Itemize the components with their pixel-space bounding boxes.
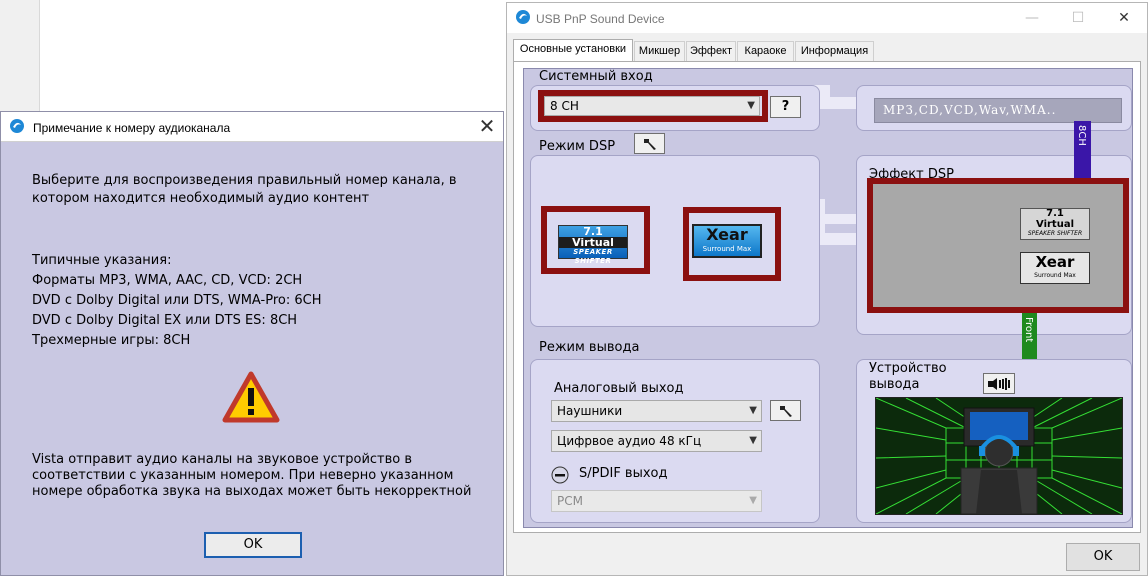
output-device-label-line2: вывода	[869, 377, 920, 392]
analog-settings-button[interactable]	[770, 400, 801, 421]
source-formats: MP3,CD,VCD,Wav,WMA..	[874, 98, 1122, 123]
virtual-71-word: Virtual	[559, 237, 627, 248]
xear-sub: Surround Max	[702, 245, 752, 253]
typical-line: DVD с Dolby Digital EX или DTS ES: 8CH	[32, 313, 298, 328]
xear-sub: Surround Max	[1034, 272, 1076, 279]
virtual-71-word: Virtual	[1036, 219, 1074, 230]
hammer-icon	[643, 139, 656, 150]
tab-information[interactable]: Информация	[795, 41, 874, 61]
virtual-71-number: 7.1	[1046, 208, 1064, 219]
virtual-71-sub: SPEAKER SHIFTER	[573, 248, 613, 265]
minimize-icon[interactable]: —	[1017, 7, 1047, 29]
tab-karaoke[interactable]: Караоке	[737, 41, 794, 61]
tag-8ch-text: 8CH	[1076, 125, 1087, 146]
spdif-toggle-icon[interactable]	[551, 466, 569, 487]
chevron-down-icon: ▼	[749, 405, 757, 416]
app-logo-icon	[515, 9, 531, 28]
sound-device-window: USB PnP Sound Device — ☐ ✕ Основные уста…	[506, 2, 1148, 576]
dsp-mode-label: Режим DSP	[539, 139, 616, 154]
channel-select[interactable]: 8 CH ▼	[544, 96, 760, 116]
window-titlebar: USB PnP Sound Device — ☐ ✕	[507, 3, 1147, 33]
app-logo-icon	[9, 118, 25, 137]
dsp-settings-button[interactable]	[634, 133, 665, 154]
chevron-down-icon: ▼	[749, 495, 757, 506]
note-paragraph-2: Vista отправит аудио каналы на звуковое …	[32, 452, 472, 499]
ok-button[interactable]: OK	[204, 532, 302, 558]
spdif-output-label: S/PDIF выход	[579, 466, 668, 481]
virtual-71-logo[interactable]: 7.1 Virtual SPEAKER SHIFTER	[558, 225, 628, 265]
maximize-icon[interactable]: ☐	[1063, 7, 1093, 29]
channel-note-dialog: Примечание к номеру аудиоканала ✕ Выбери…	[0, 111, 504, 576]
hammer-icon	[779, 406, 792, 417]
analog-output-label: Аналоговый выход	[554, 381, 684, 396]
spdif-format-select[interactable]: PCM ▼	[551, 490, 762, 512]
system-input-label: Системный вход	[539, 69, 653, 84]
chevron-down-icon: ▼	[749, 435, 757, 446]
close-icon[interactable]: ✕	[1109, 7, 1139, 29]
help-button[interactable]: ?	[770, 96, 801, 118]
tab-effect[interactable]: Эффект	[686, 41, 736, 61]
window-title: USB PnP Sound Device	[536, 12, 665, 26]
virtual-71-sub: SPEAKER SHIFTER	[1027, 230, 1083, 237]
tag-front-text: Front	[1023, 317, 1034, 343]
speaker-icon	[988, 378, 1010, 390]
close-icon[interactable]: ✕	[477, 116, 497, 136]
tab-basic-settings[interactable]: Основные установки	[513, 39, 633, 62]
xear-word: Xear	[706, 225, 748, 244]
dsp-effect-display	[873, 184, 1123, 307]
note-dialog-title: Примечание к номеру аудиоканала	[33, 121, 231, 135]
output-device-scene	[875, 397, 1123, 515]
xear-word: Xear	[1035, 253, 1075, 271]
ok-button[interactable]: OK	[1066, 543, 1140, 571]
xear-active-logo: Xear Surround Max	[1020, 252, 1090, 284]
tab-content: Системный вход 8 CH ▼ ? MP3,CD,VCD,Wav,W…	[513, 61, 1141, 533]
tag-8ch: 8CH	[1074, 121, 1091, 179]
output-mode-label: Режим вывода	[539, 340, 640, 355]
note-dialog-titlebar: Примечание к номеру аудиоканала ✕	[1, 112, 503, 142]
digital-audio-select[interactable]: Цифрвое аудио 48 кГц ▼	[551, 430, 762, 452]
channel-select-value: 8 CH	[550, 99, 579, 113]
xear-logo[interactable]: Xear Surround Max	[692, 224, 762, 258]
tab-mixer[interactable]: Микшер	[634, 41, 685, 61]
virtual-71-active-logo: 7.1 Virtual SPEAKER SHIFTER	[1020, 208, 1090, 240]
settings-panel: Системный вход 8 CH ▼ ? MP3,CD,VCD,Wav,W…	[523, 68, 1133, 528]
chevron-down-icon: ▼	[747, 100, 755, 111]
typical-heading: Типичные указания:	[32, 253, 172, 268]
warning-icon	[222, 371, 280, 426]
note-paragraph-1: Выберите для воспроизведения правильный …	[32, 173, 457, 206]
typical-line: DVD с Dolby Digital или DTS, WMA-Pro: 6C…	[32, 293, 322, 308]
output-device-label-line1: Устройство	[869, 361, 947, 376]
speaker-settings-button[interactable]	[983, 373, 1015, 394]
spdif-format-value: PCM	[557, 494, 583, 508]
typical-line: Трехмерные игры: 8CH	[32, 333, 191, 348]
digital-audio-value: Цифрвое аудио 48 кГц	[557, 434, 702, 448]
analog-output-value: Наушники	[557, 404, 623, 418]
analog-output-select[interactable]: Наушники ▼	[551, 400, 762, 422]
typical-line: Форматы MP3, WMA, AAC, CD, VCD: 2CH	[32, 273, 303, 288]
